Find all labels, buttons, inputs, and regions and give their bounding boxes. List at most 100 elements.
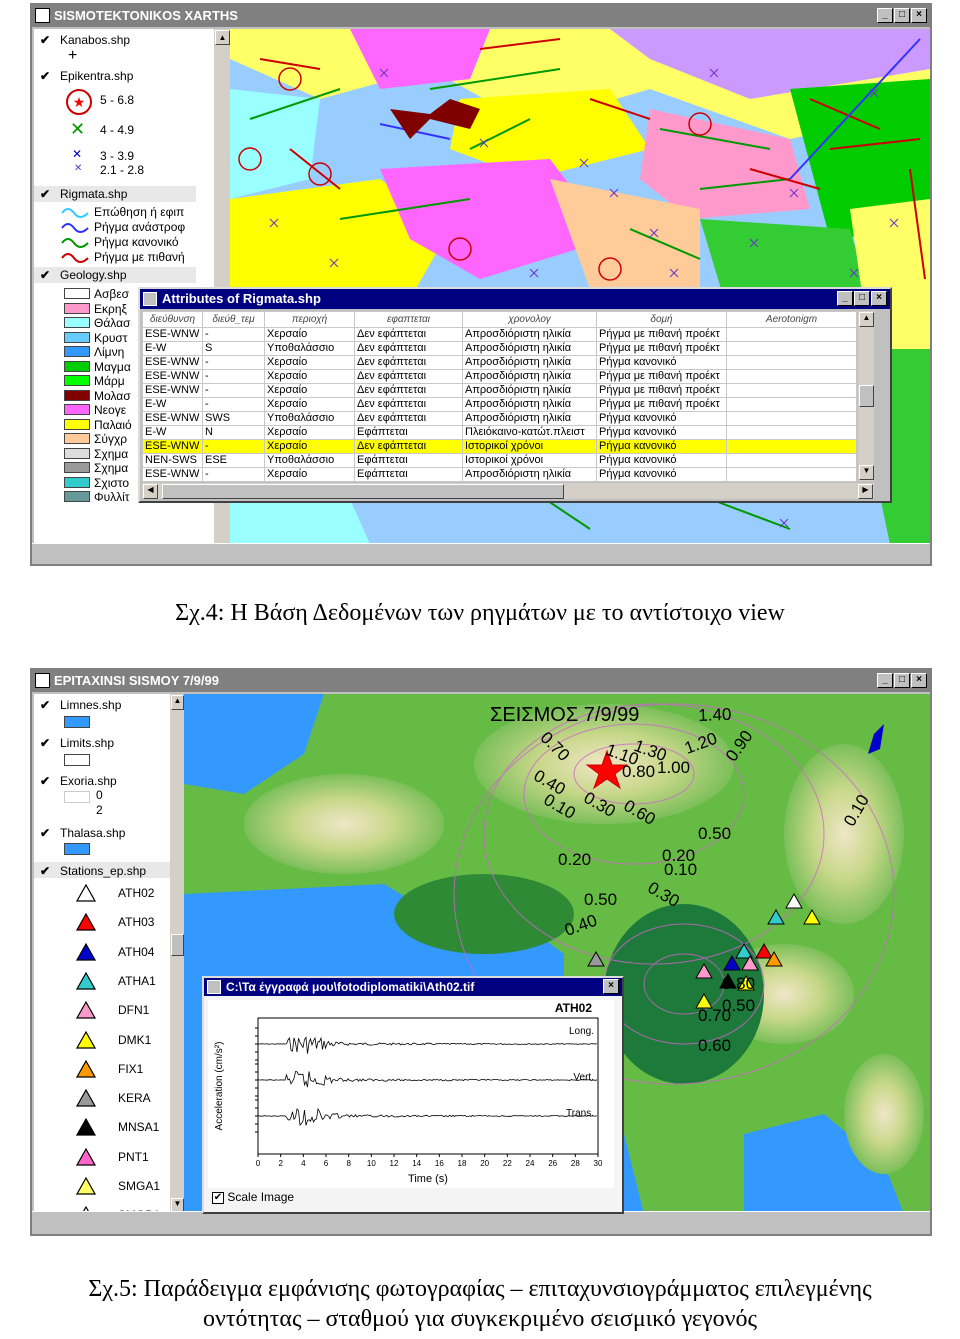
table-cell: - (202, 355, 265, 370)
table-cell-empty (726, 439, 857, 454)
maximize-button-2[interactable]: □ (894, 673, 910, 688)
table-cell: Ρήγμα κανονικό (596, 439, 727, 454)
checkbox-thalasa[interactable]: ✔ (40, 827, 51, 839)
layer-kanabos[interactable]: Kanabos.shp (60, 33, 130, 47)
table-icon (143, 292, 157, 306)
table-row[interactable]: ESE-WNW - Χερσαίο Δεν εφάπτεται Ιστορικοί χρ… (142, 439, 857, 454)
figure-5-caption-line1: Σχ.5: Παράδειγμα εμφάνισης φωτογραφίας –… (88, 1276, 872, 1302)
layer-epikentra[interactable]: Epikentra.shp (60, 69, 133, 83)
x-tick-label: 26 (548, 1159, 557, 1168)
attr-title: Attributes of Rigmata.shp (162, 291, 321, 306)
column-header[interactable]: Aerotonigm (726, 311, 857, 328)
table-row[interactable]: E-W N Χερσαίο Εφάπτεται Πλειόκαινο-κατώτ.πλε… (142, 425, 857, 440)
image-icon (207, 980, 221, 994)
column-header[interactable]: εφαπτεται (354, 311, 463, 328)
contour-label: 0.70 (698, 1006, 732, 1025)
layer-limnes[interactable]: Limnes.shp (60, 698, 121, 712)
checkbox-rigmata[interactable]: ✔ (40, 188, 51, 200)
scroll-up-arrow-icon[interactable]: ▲ (215, 30, 230, 45)
table-row[interactable]: ESE-WNW - Χερσαίο Δεν εφάπτεται Απροσδιόριστ… (142, 355, 857, 370)
attr-minimize-button[interactable]: _ (837, 291, 853, 306)
column-header[interactable]: διεύθυνση (142, 311, 203, 328)
table-cell-empty (726, 467, 857, 482)
table-row[interactable]: E-W - Χερσαίο Δεν εφάπτεται Απροσδιόριστη ηλ… (142, 397, 857, 412)
attr-scroll-thumb[interactable] (859, 385, 874, 407)
checkbox-exoria[interactable]: ✔ (40, 775, 51, 787)
table-row[interactable]: ESE-WNW - Χερσαίο Εφάπτεται Απροσδιόριστη ηλ… (142, 467, 857, 482)
close-button-2[interactable]: × (911, 673, 927, 688)
trace-label: Trans. (566, 1108, 594, 1119)
station-label: ATHA1 (118, 973, 156, 988)
layer-geology[interactable]: Geology.shp (60, 268, 127, 282)
checkbox-stations[interactable]: ✔ (40, 865, 51, 877)
epi-class-1: 5 - 6.8 (100, 93, 135, 107)
table-cell: Χερσαίο (264, 467, 355, 482)
table-row[interactable]: ESE-WNW - Χερσαίο Δεν εφάπτεται Απροσδιόριστ… (142, 383, 857, 398)
column-header[interactable]: διεύθ_τεμ (202, 311, 265, 328)
epi-class-4: 2.1 - 2.8 (100, 163, 145, 177)
layer-thalasa[interactable]: Thalasa.shp (60, 826, 125, 840)
table-cell: Ρήγμα με πιθανή προέκτ (596, 369, 727, 384)
attr-hscroll-thumb[interactable] (162, 484, 564, 499)
station-triangle-icon (76, 942, 96, 961)
table-cell: Απροσδιόριστη ηλικία (462, 355, 597, 370)
table-row[interactable]: E-W S Υποθαλάσσιο Δεν εφάπτεται Απροσδιόριστ… (142, 341, 857, 356)
table-row[interactable]: NEN-SWS ESE Υποθαλάσσιο Εφάπτεται Ιστορικοί … (142, 453, 857, 468)
app-icon-2 (35, 673, 50, 688)
attr-maximize-button[interactable]: □ (854, 291, 870, 306)
attr-hscrollbar[interactable]: ◀ ▶ (142, 483, 874, 499)
layer-rigmata[interactable]: Rigmata.shp (60, 187, 127, 201)
minimize-button-2[interactable]: _ (877, 673, 893, 688)
column-header[interactable]: περιοχή (264, 311, 355, 328)
close-button[interactable]: × (911, 8, 927, 23)
column-header[interactable]: χρονολογ (462, 311, 597, 328)
table-cell: Ρήγμα κανονικό (596, 453, 727, 468)
table-cell: Ιστορικοί χρόνοι (462, 453, 597, 468)
table-cell-empty (726, 369, 857, 384)
attr-scroll-right-icon[interactable]: ▶ (858, 484, 873, 499)
geology-swatch (64, 491, 90, 502)
attr-scroll-left-icon[interactable]: ◀ (143, 484, 158, 499)
table-row[interactable]: ESE-WNW - Χερσαίο Δεν εφάπτεται Απροσδιόριστ… (142, 369, 857, 384)
attr-close-button[interactable]: × (871, 291, 887, 306)
column-header[interactable]: δομή (596, 311, 727, 328)
legend-scrollbar-2[interactable]: ▲ ▼ (170, 694, 184, 1214)
checkbox-geology[interactable]: ✔ (40, 269, 51, 281)
table-cell: Χερσαίο (264, 397, 355, 412)
checkbox-limnes[interactable]: ✔ (40, 699, 51, 711)
layer-exoria[interactable]: Exoria.shp (60, 774, 117, 788)
contour-label: 0.80 (722, 974, 756, 993)
x-tick-label: 8 (346, 1159, 351, 1168)
scale-image-checkbox[interactable]: ✔ (212, 1191, 224, 1204)
seismogram-window: C:\Τα έγγραφά μου\fotodiplomatiki\Ath02.… (202, 976, 624, 1214)
attr-scroll-up-icon[interactable]: ▲ (859, 312, 874, 327)
maximize-button[interactable]: □ (894, 8, 910, 23)
scroll-up-arrow-icon-2[interactable]: ▲ (171, 695, 184, 710)
attr-scroll-down-icon[interactable]: ▼ (859, 465, 874, 480)
checkbox-kanabos[interactable]: ✔ (40, 34, 51, 46)
table-cell: Απροσδιόριστη ηλικία (462, 327, 597, 342)
checkbox-limits[interactable]: ✔ (40, 737, 51, 749)
checkbox-epikentra[interactable]: ✔ (40, 70, 51, 82)
table-cell: Δεν εφάπτεται (354, 383, 463, 398)
layer-stations[interactable]: Stations_ep.shp (60, 864, 146, 878)
x-tick-label: 30 (594, 1159, 603, 1168)
minimize-button[interactable]: _ (877, 8, 893, 23)
table-cell: Χερσαίο (264, 355, 355, 370)
seismo-close-button[interactable]: × (603, 979, 619, 994)
table-row[interactable]: ESE-WNW - Χερσαίο Δεν εφάπτεται Απροσδιόριστ… (142, 327, 857, 342)
table-row[interactable]: ESE-WNW SWS Υποθαλάσσιο Δεν εφάπτεται Απροσδ… (142, 411, 857, 426)
attr-vscrollbar[interactable]: ▲ ▼ (858, 311, 874, 481)
attribute-table[interactable]: διεύθυνση διεύθ_τεμ περιοχή εφαπτεται χρονολ… (142, 311, 857, 482)
layer-limits[interactable]: Limits.shp (60, 736, 114, 750)
geology-item: Κρυστ (94, 330, 128, 345)
geology-item: Φυλλίτ (94, 490, 130, 504)
geology-item: Σχημα (94, 446, 129, 461)
table-cell: Υποθαλάσσιο (264, 341, 355, 356)
exoria-swatch (64, 791, 90, 803)
table-cell: Εφάπτεται (354, 467, 463, 482)
legend-scroll-thumb-2[interactable] (171, 934, 184, 956)
station-triangle-icon (76, 1059, 96, 1078)
table-cell: Δεν εφάπτεται (354, 411, 463, 426)
table-cell: Εφάπτεται (354, 453, 463, 468)
